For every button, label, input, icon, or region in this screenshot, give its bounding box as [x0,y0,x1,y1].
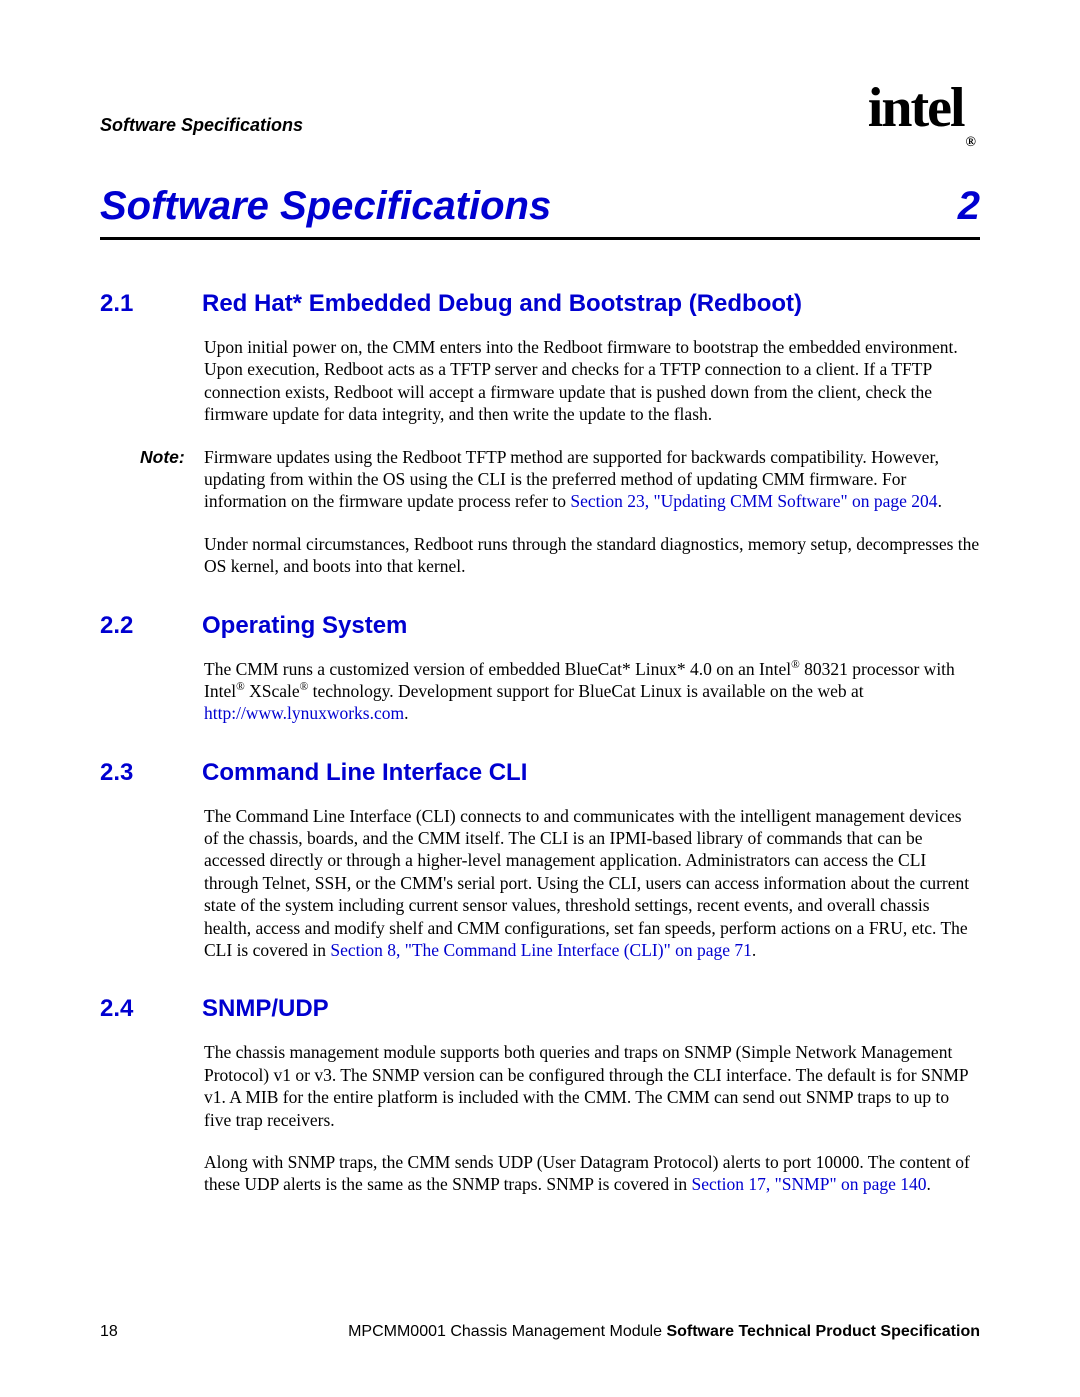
section-number: 2.1 [100,290,158,318]
text-segment: technology. Development support for Blue… [308,681,863,701]
logo-text: intel [868,77,964,139]
page-footer: 18 MPCMM0001 Chassis Management Module S… [100,1323,980,1341]
text-segment: . [927,1174,931,1194]
page-number: 18 [100,1323,118,1341]
text-segment: The Command Line Interface (CLI) connect… [204,806,969,960]
xref-updating-cmm[interactable]: Section 23, "Updating CMM Software" on p… [570,491,937,511]
note-block: Note: Firmware updates using the Redboot… [140,446,980,513]
section-heading: 2.3 Command Line Interface CLI [100,759,980,787]
text-segment: The CMM runs a customized version of emb… [204,659,791,679]
section-title: Red Hat* Embedded Debug and Bootstrap (R… [202,290,802,318]
section-2-1: 2.1 Red Hat* Embedded Debug and Bootstra… [100,290,980,578]
note-text-b: . [938,491,942,511]
document-page: Software Specifications intel® Software … [0,0,1080,1397]
section-title: Operating System [202,612,407,640]
section-heading: 2.4 SNMP/UDP [100,995,980,1023]
section-title: SNMP/UDP [202,995,329,1023]
section-2-3: 2.3 Command Line Interface CLI The Comma… [100,759,980,962]
text-segment: . [752,940,756,960]
body-paragraph: The CMM runs a customized version of emb… [204,658,980,725]
registered-mark-icon: ® [300,681,309,693]
body-paragraph: The Command Line Interface (CLI) connect… [204,805,980,962]
section-heading: 2.1 Red Hat* Embedded Debug and Bootstra… [100,290,980,318]
section-title: Command Line Interface CLI [202,759,527,787]
section-2-4: 2.4 SNMP/UDP The chassis management modu… [100,995,980,1195]
chapter-heading: Software Specifications 2 [100,184,980,240]
doc-bold: Software Technical Product Specification [666,1323,980,1340]
document-title: MPCMM0001 Chassis Management Module Soft… [182,1323,980,1341]
body-paragraph: Upon initial power on, the CMM enters in… [204,336,980,426]
section-number: 2.3 [100,759,158,787]
chapter-title: Software Specifications [100,184,551,229]
note-label: Note: [140,446,204,513]
page-header: Software Specifications intel® [100,80,980,136]
body-paragraph: The chassis management module supports b… [204,1041,980,1131]
intel-logo: intel® [868,80,980,136]
running-head: Software Specifications [100,115,303,136]
note-body: Firmware updates using the Redboot TFTP … [204,446,980,513]
body-paragraph: Along with SNMP traps, the CMM sends UDP… [204,1151,980,1196]
registered-mark-icon: ® [966,135,974,150]
chapter-number: 2 [958,184,980,229]
xref-cli-section[interactable]: Section 8, "The Command Line Interface (… [330,940,752,960]
section-number: 2.2 [100,612,158,640]
section-2-2: 2.2 Operating System The CMM runs a cust… [100,612,980,725]
external-link-lynuxworks[interactable]: http://www.lynuxworks.com [204,703,404,723]
doc-prefix: MPCMM0001 Chassis Management Module [348,1323,666,1340]
section-heading: 2.2 Operating System [100,612,980,640]
body-paragraph: Under normal circumstances, Redboot runs… [204,533,980,578]
registered-mark-icon: ® [236,681,245,693]
section-number: 2.4 [100,995,158,1023]
registered-mark-icon: ® [791,659,800,671]
xref-snmp-section[interactable]: Section 17, "SNMP" on page 140 [692,1174,927,1194]
text-segment: . [404,703,408,723]
text-segment: XScale [245,681,300,701]
